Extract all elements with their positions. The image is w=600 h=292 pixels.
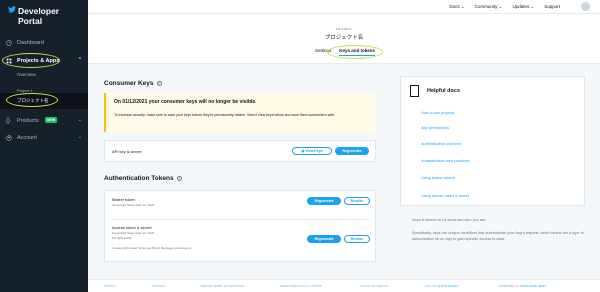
regenerate-access-button[interactable]: Regenerate: [307, 235, 341, 243]
divider: [112, 219, 370, 220]
bearer-token-label: Bearer token: [112, 197, 135, 202]
footer-follow-handle: @TWITTERDEV: [437, 285, 459, 288]
chevron-up-icon: ⌃: [77, 57, 82, 63]
api-key-card: API key & secret ◉ View Keys Regenerate: [104, 140, 376, 162]
help-icon[interactable]: ?: [156, 80, 162, 86]
auth-tokens-title: Authentication Tokens: [104, 175, 174, 182]
topnav-support[interactable]: Support: [544, 4, 560, 10]
api-key-label: API key & secret: [112, 149, 142, 154]
top-links: Docs ⌄ Community ⌄ Updates ⌄ Support: [449, 4, 560, 10]
view-keys-button[interactable]: ◉ View Keys: [292, 147, 332, 155]
footer-subscribe[interactable]: SUBSCRIBE TO DEVELOPER NEWS: [498, 285, 546, 288]
revoke-bearer-button[interactable]: Revoke: [344, 197, 370, 205]
keys-tokens-intro: Keys & tokens let us know you who you ar…: [412, 218, 487, 222]
help-link[interactable]: Using access token & secret: [421, 194, 469, 198]
twitter-bird-icon: [8, 6, 16, 13]
account-icon: [6, 135, 12, 141]
help-link[interactable]: Using bearer tokens: [421, 176, 455, 180]
logo-text: Developer Portal: [18, 6, 60, 26]
help-link[interactable]: How to use projects: [421, 111, 454, 115]
project-header: PROJECT プロジェクト名 Settings Keys and tokens: [88, 14, 600, 64]
consumer-keys-title: Consumer Keys: [104, 80, 154, 87]
chevron-down-icon: ⌄: [77, 134, 82, 140]
nav-overview[interactable]: Overview: [17, 72, 36, 77]
warning-body: To increase security, make sure to save …: [114, 113, 336, 117]
topnav-community[interactable]: Community ⌄: [475, 4, 503, 10]
highlight-circle-project-name: [6, 93, 58, 107]
access-token-meta-user: For @h11223y: [112, 236, 132, 240]
bearer-token-meta: Generated September 12, 2020: [112, 203, 155, 207]
helpful-docs-card: Helpful docs How to use projects App per…: [400, 76, 585, 206]
regenerate-bearer-button[interactable]: Regenerate: [307, 197, 341, 205]
footer-follow-label: FOLLOW: [425, 285, 437, 288]
consumer-keys-heading: Consumer Keys?: [104, 80, 162, 87]
keys-tokens-description: Specifically, keys are unique identifier…: [412, 231, 584, 241]
sidebar: Developer Portal Dashboard Projects & Ap…: [0, 0, 88, 292]
chevron-down-icon: ⌄: [77, 117, 82, 123]
helpful-docs-title: Helpful docs: [427, 88, 461, 94]
access-token-meta-date: Generated September 12, 2020: [112, 231, 155, 235]
access-token-meta-permissions: Created with Read, Write and Direct Mess…: [112, 246, 192, 250]
footer-policy[interactable]: DEVELOPER POLICY & TERMS: [280, 285, 322, 288]
footer-subscribe-target: DEVELOPER NEWS: [519, 285, 547, 288]
revoke-access-button[interactable]: Revoke: [344, 235, 370, 243]
help-link[interactable]: App permissions: [421, 126, 449, 130]
nav-products-label: Products: [17, 118, 39, 124]
project-label: PROJECT: [335, 27, 353, 31]
new-badge: NEW: [45, 117, 58, 123]
footer-follow[interactable]: FOLLOW @TWITTERDEV: [425, 285, 459, 288]
visibility-warning: On 01/12/2021 your consumer keys will no…: [104, 93, 376, 132]
braces-icon: {}: [6, 118, 11, 124]
topnav-updates[interactable]: Updates ⌄: [512, 4, 534, 10]
nav-dashboard-label: Dashboard: [17, 40, 44, 46]
auth-tokens-card: Bearer token Generated September 12, 202…: [104, 190, 376, 262]
footer: PRIVACY COOKIES TWITTER TERMS & CONDITIO…: [88, 279, 600, 292]
footer-terms[interactable]: TWITTER TERMS & CONDITIONS: [200, 285, 244, 288]
highlight-circle-projects: [2, 53, 60, 68]
footer-subscribe-label: SUBSCRIBE TO: [498, 285, 519, 288]
warning-title: On 01/12/2021 your consumer keys will no…: [114, 99, 257, 105]
project-title: プロジェクト名: [324, 35, 364, 41]
footer-privacy[interactable]: PRIVACY: [104, 285, 116, 288]
footer-copyright: © 2020 TWITTER INC.: [360, 285, 390, 288]
highlight-circle-keys-tab: [327, 45, 383, 59]
nav-account-label: Account: [17, 135, 37, 141]
topnav-docs[interactable]: Docs ⌄: [449, 4, 464, 10]
auth-tokens-heading: Authentication Tokens?: [104, 175, 182, 182]
document-icon: [410, 85, 419, 97]
avatar[interactable]: [581, 2, 590, 11]
regenerate-api-key-button[interactable]: Regenerate: [335, 147, 369, 155]
footer-cookies[interactable]: COOKIES: [152, 285, 165, 288]
top-bar: Docs ⌄ Community ⌄ Updates ⌄ Support: [88, 0, 600, 14]
view-keys-label: View Keys: [305, 149, 323, 153]
help-link[interactable]: Authentication overview: [421, 142, 461, 146]
dashboard-icon: [6, 40, 12, 46]
access-token-label: Access token & secret: [112, 225, 152, 230]
help-icon[interactable]: ?: [176, 175, 182, 181]
help-link[interactable]: Authentication best practices: [421, 159, 470, 163]
